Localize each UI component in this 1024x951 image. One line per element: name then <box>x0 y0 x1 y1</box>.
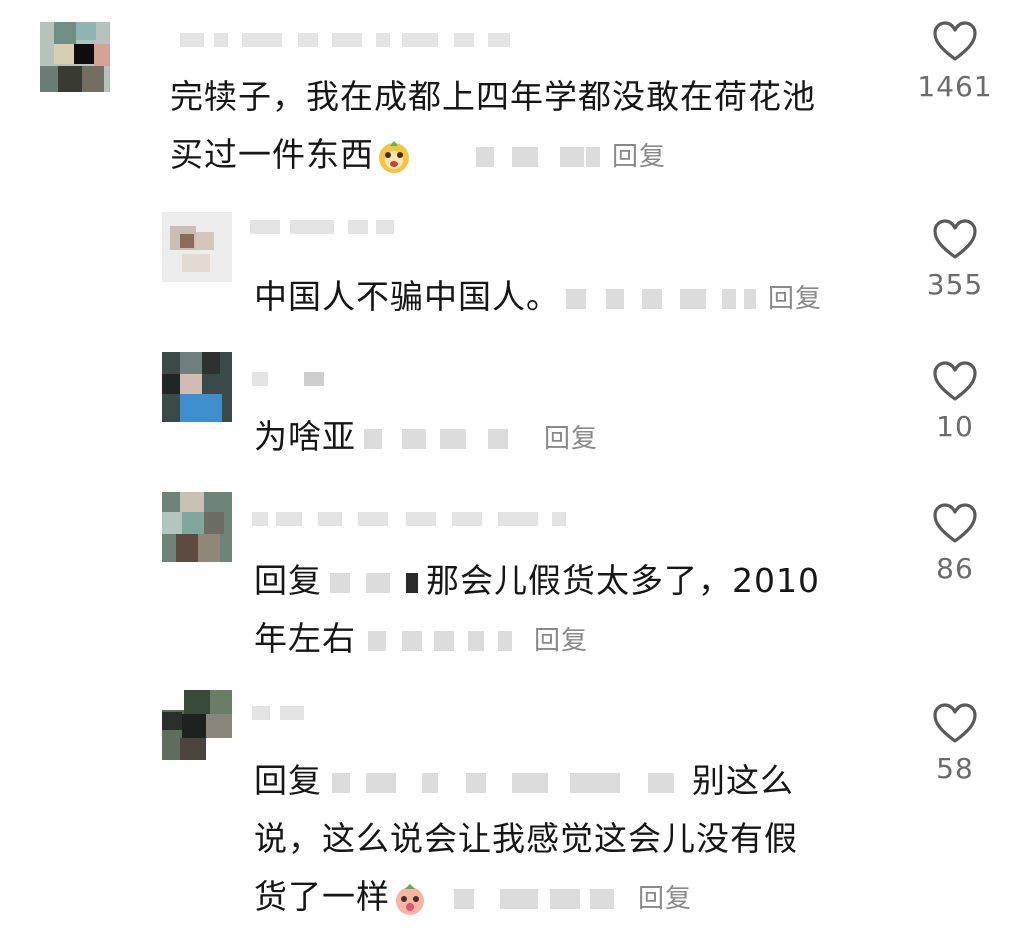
comment-text: 完犊子，我在成都上四年学都没敢在荷花池 买过一件东西 回复 <box>170 68 910 186</box>
comment-meta-blurred <box>356 629 526 653</box>
comment-line: 中国人不骗中国人。 <box>254 277 560 316</box>
comment-text: 回复 别这么 说，这么说会让我感觉这会儿没有假 货了一样 回复 <box>254 752 894 928</box>
comment-text: 中国人不骗中国人。 回复 <box>254 268 894 328</box>
username-blurred[interactable] <box>252 372 332 386</box>
comment-line: 回复 <box>254 761 322 800</box>
like-button[interactable]: 1461 <box>910 20 1000 103</box>
username-blurred[interactable] <box>252 706 332 720</box>
comment-line: 年左右 <box>254 619 356 658</box>
heart-icon <box>933 703 977 743</box>
comment-text: 回复 那会儿假货太多了，2010 年左右 回复 <box>254 552 894 670</box>
peach-emoji-icon <box>396 883 424 915</box>
comment-meta-blurred <box>414 145 604 169</box>
reply-button[interactable]: 回复 <box>638 870 692 928</box>
like-button[interactable]: 10 <box>910 360 1000 443</box>
like-count: 86 <box>936 552 974 585</box>
like-count: 58 <box>936 752 974 785</box>
heart-icon <box>933 503 977 543</box>
like-count: 355 <box>926 268 984 301</box>
heart-icon <box>933 361 977 401</box>
username-blurred[interactable] <box>180 33 520 47</box>
comment-line: 回复 <box>254 561 322 600</box>
like-count: 1461 <box>917 70 993 103</box>
comment-line: 货了一样 <box>254 877 390 916</box>
comment-line: 说，这么说会让我感觉这会儿没有假 <box>254 819 798 858</box>
comment-line: 完犊子，我在成都上四年学都没敢在荷花池 <box>170 77 816 116</box>
heart-icon <box>933 219 977 259</box>
reply-button[interactable]: 回复 <box>768 270 822 328</box>
avatar[interactable] <box>162 690 232 760</box>
like-count: 10 <box>936 410 974 443</box>
comment-line: 那会儿假货太多了，2010 <box>426 561 820 600</box>
heart-icon <box>933 21 977 61</box>
username-blurred[interactable] <box>252 512 602 526</box>
comment-text: 为啥亚 回复 <box>254 408 894 468</box>
avatar[interactable] <box>40 22 110 92</box>
like-button[interactable]: 86 <box>910 502 1000 585</box>
dog-emoji-icon <box>379 140 409 173</box>
comment-line: 买过一件东西 <box>170 135 374 174</box>
avatar[interactable] <box>162 492 232 562</box>
avatar[interactable] <box>162 212 232 282</box>
reply-button[interactable]: 回复 <box>612 128 666 186</box>
comment-meta-blurred <box>560 287 760 311</box>
comment-meta-blurred <box>356 427 536 451</box>
comment-meta-blurred <box>430 887 630 911</box>
comment-meta-blurred <box>322 771 692 795</box>
like-button[interactable]: 355 <box>910 218 1000 301</box>
like-button[interactable]: 58 <box>910 702 1000 785</box>
comment-meta-blurred <box>322 571 426 595</box>
avatar[interactable] <box>162 352 232 422</box>
comment-line: 为啥亚 <box>254 417 356 456</box>
comment-line: 别这么 <box>692 761 794 800</box>
username-blurred[interactable] <box>250 220 410 234</box>
reply-button[interactable]: 回复 <box>544 410 598 468</box>
reply-button[interactable]: 回复 <box>534 612 588 670</box>
